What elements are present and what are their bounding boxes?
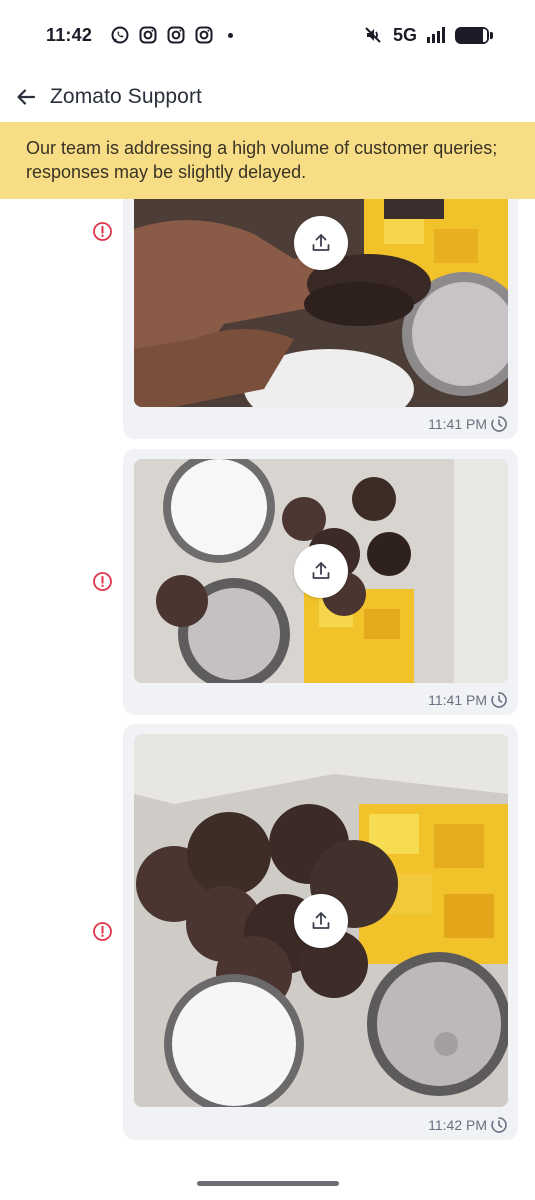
upload-button[interactable] bbox=[294, 216, 348, 270]
message-meta: 11:42 PM bbox=[428, 1116, 508, 1134]
more-notifications-dot bbox=[228, 32, 234, 38]
instagram-icon bbox=[166, 25, 186, 45]
error-icon[interactable] bbox=[92, 921, 113, 942]
message-bubble[interactable]: 11:41 PM bbox=[123, 449, 518, 715]
arrow-left-icon bbox=[17, 89, 36, 105]
upload-icon bbox=[312, 911, 330, 929]
clock-icon bbox=[491, 1117, 507, 1133]
page-title: Zomato Support bbox=[50, 85, 202, 108]
back-button[interactable] bbox=[14, 85, 38, 109]
upload-icon bbox=[312, 562, 330, 579]
error-icon[interactable] bbox=[92, 571, 113, 592]
status-bar: 11:42 5G bbox=[0, 0, 535, 70]
instagram-icon bbox=[138, 25, 158, 45]
message-image[interactable] bbox=[134, 734, 508, 1107]
message-image[interactable] bbox=[134, 199, 508, 407]
mute-icon bbox=[363, 25, 383, 45]
chat-screen: 11:42 5G Zomato Support Our team is addr… bbox=[0, 0, 535, 1200]
upload-button[interactable] bbox=[294, 893, 348, 948]
message-bubble[interactable]: 11:42 PM bbox=[123, 724, 518, 1140]
message-bubble[interactable]: 11:41 PM bbox=[123, 199, 518, 439]
message-meta: 11:41 PM bbox=[428, 691, 508, 709]
signal-icon bbox=[427, 27, 445, 43]
upload-icon bbox=[312, 234, 330, 251]
status-right: 5G bbox=[355, 24, 493, 46]
network-type: 5G bbox=[392, 24, 417, 45]
home-gesture-bar[interactable] bbox=[197, 1181, 339, 1186]
error-icon[interactable] bbox=[92, 221, 113, 242]
status-time: 11:42 bbox=[46, 24, 93, 45]
whatsapp-icon bbox=[110, 25, 130, 45]
clock-icon bbox=[491, 416, 507, 432]
message-image[interactable] bbox=[134, 459, 508, 683]
chat-header: Zomato Support bbox=[0, 72, 535, 122]
clock-icon bbox=[491, 692, 507, 708]
battery-icon bbox=[455, 26, 493, 44]
notice-text: Our team is addressing a high volume of … bbox=[26, 138, 498, 182]
message-time: 11:41 PM bbox=[428, 692, 487, 708]
notice-banner: Our team is addressing a high volume of … bbox=[0, 122, 535, 199]
message-meta: 11:41 PM bbox=[428, 415, 508, 433]
message-time: 11:42 PM bbox=[428, 1117, 487, 1133]
message-time: 11:41 PM bbox=[428, 416, 487, 432]
upload-button[interactable] bbox=[294, 544, 348, 598]
instagram-icon bbox=[194, 25, 214, 45]
message-list[interactable]: 11:41 PM 11:41 PM 11:42 PM bbox=[0, 199, 535, 1169]
